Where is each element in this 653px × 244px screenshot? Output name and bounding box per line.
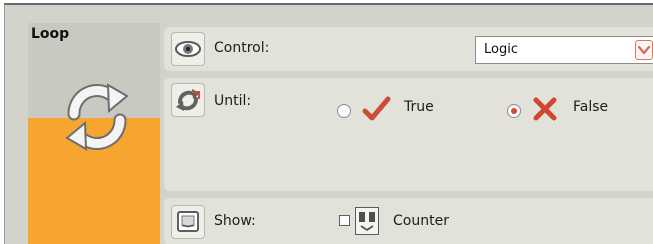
loop-until-icon [171,83,205,117]
until-label: Until: [214,93,252,109]
control-select[interactable]: Logic [475,36,653,64]
block-settings-panel: Loop Control: Logic Until: True False Sh… [4,3,653,244]
cross-icon [533,97,557,121]
eye-icon [171,32,205,66]
until-false-label[interactable]: False [573,99,608,115]
control-label: Control: [214,40,270,56]
show-row: Show: Counter [164,198,653,244]
loop-arrows-icon [65,83,129,151]
block-summary: Loop [12,14,160,244]
chevron-down-icon[interactable] [635,40,653,60]
counter-label[interactable]: Counter [393,213,449,229]
display-icon [171,205,205,239]
control-selected-value: Logic [484,42,518,57]
control-row: Control: Logic [164,27,653,71]
until-row: Until: True False [164,78,653,191]
counter-checkbox[interactable] [339,215,350,226]
counter-icon [355,207,379,235]
block-title: Loop [31,26,70,42]
show-label: Show: [214,213,256,229]
until-false-radio[interactable] [507,104,521,118]
until-true-radio[interactable] [337,104,351,118]
check-icon [362,96,391,121]
until-true-label[interactable]: True [404,99,434,115]
